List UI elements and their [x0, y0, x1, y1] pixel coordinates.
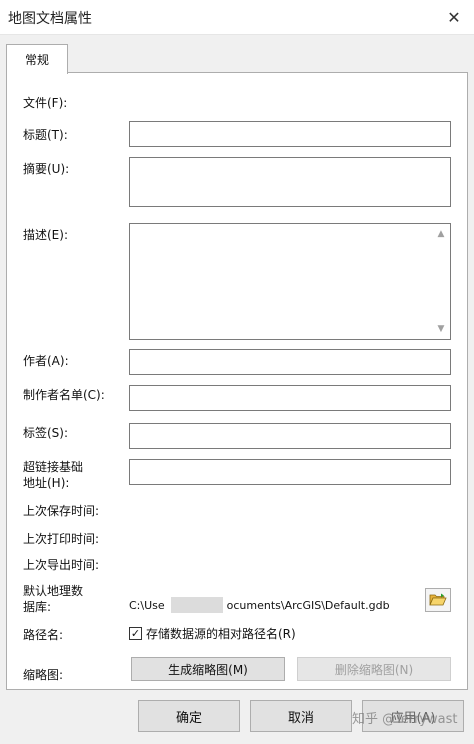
relative-paths-label: 存储数据源的相对路径名(R) [146, 627, 296, 641]
ok-button[interactable]: 确定 [138, 700, 240, 732]
tab-general-label: 常规 [24, 53, 49, 67]
file-label: 文件(F): [23, 96, 68, 110]
hyperlink-input[interactable] [129, 459, 451, 485]
default-gdb-label-line1: 默认地理数 [23, 584, 84, 598]
cancel-label: 取消 [287, 710, 314, 726]
last-printed-label: 上次打印时间: [23, 532, 100, 546]
general-panel: 文件(F): 标题(T): 摘要(U): 描述(E): ▲ ▼ 作者(A): 制… [6, 72, 468, 690]
last-exported-label: 上次导出时间: [23, 558, 100, 572]
relative-paths-checkbox[interactable]: ✓ [129, 627, 142, 640]
tab-general[interactable]: 常规 [6, 44, 68, 74]
tags-input[interactable] [129, 423, 451, 449]
pathnames-label: 路径名: [23, 628, 64, 642]
open-folder-icon [429, 593, 447, 606]
cancel-button[interactable]: 取消 [250, 700, 352, 732]
redacted-path-segment [171, 597, 223, 613]
scroll-down-icon[interactable]: ▼ [432, 321, 450, 337]
description-area: ▲ ▼ [129, 223, 451, 340]
make-thumbnail-label: 生成缩略图(M) [168, 662, 248, 677]
scroll-up-icon[interactable]: ▲ [432, 226, 450, 242]
description-label: 描述(E): [23, 228, 68, 242]
summary-input[interactable] [129, 157, 451, 207]
relative-paths-option[interactable]: ✓ 存储数据源的相对路径名(R) [129, 625, 296, 642]
watermark: 知乎 @Terrywast [352, 712, 458, 727]
summary-label: 摘要(U): [23, 162, 70, 176]
hyperlink-label-line1: 超链接基础 [23, 460, 84, 474]
window-title: 地图文档属性 [8, 11, 92, 27]
delete-thumbnail-button[interactable]: 删除缩略图(N) [297, 657, 451, 681]
title-label: 标题(T): [23, 128, 68, 142]
credits-label: 制作者名单(C): [23, 388, 105, 402]
thumbnail-label: 缩略图: [23, 668, 64, 682]
title-input[interactable] [129, 121, 451, 147]
close-button[interactable]: ✕ [434, 0, 474, 34]
default-gdb-path: C:\Use ocuments\ArcGIS\Default.gdb [129, 599, 390, 612]
browse-gdb-button[interactable] [425, 588, 451, 612]
description-scrollbar[interactable]: ▲ ▼ [432, 224, 450, 339]
author-input[interactable] [129, 349, 451, 375]
make-thumbnail-button[interactable]: 生成缩略图(M) [131, 657, 285, 681]
author-label: 作者(A): [23, 354, 69, 368]
credits-input[interactable] [129, 385, 451, 411]
delete-thumbnail-label: 删除缩略图(N) [334, 662, 414, 677]
default-gdb-path-prefix: C:\Use [129, 599, 165, 612]
ok-label: 确定 [175, 710, 202, 726]
title-bar: 地图文档属性 ✕ [0, 0, 474, 35]
hyperlink-label-line2: 地址(H): [23, 476, 70, 490]
default-gdb-label-line2: 据库: [23, 600, 52, 614]
tags-label: 标签(S): [23, 426, 69, 440]
description-input[interactable] [130, 224, 430, 339]
default-gdb-path-suffix: ocuments\ArcGIS\Default.gdb [226, 599, 390, 612]
close-icon: ✕ [447, 7, 461, 27]
last-saved-label: 上次保存时间: [23, 504, 100, 518]
